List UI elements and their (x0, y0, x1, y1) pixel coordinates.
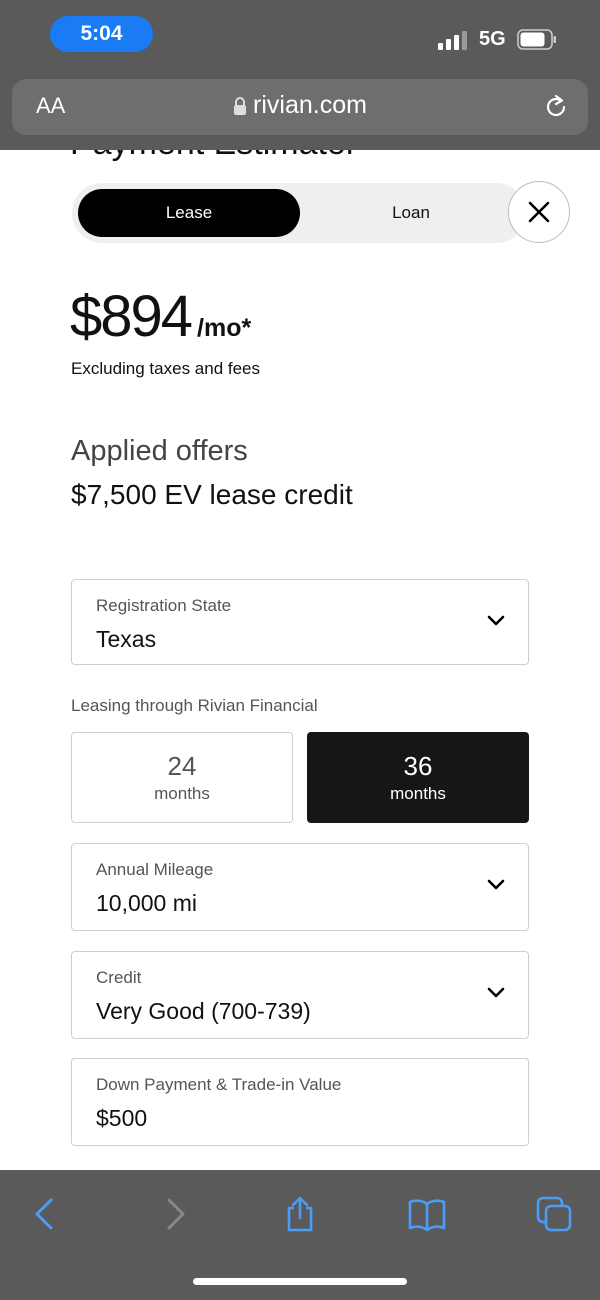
tabs-icon[interactable] (534, 1194, 574, 1234)
term-unit: months (154, 784, 210, 803)
browser-top-chrome: 5:04 5G AA rivian.com (0, 0, 600, 150)
annual-mileage-label: Annual Mileage (96, 860, 214, 879)
forward-icon[interactable] (154, 1194, 194, 1234)
monthly-price: $894 /mo* (70, 283, 251, 350)
page-title: Payment Estimator (70, 150, 357, 163)
close-icon (528, 201, 550, 223)
status-time[interactable]: 5:04 (50, 16, 153, 52)
registration-state-label: Registration State (96, 596, 232, 615)
applied-offer-value: $7,500 EV lease credit (71, 479, 353, 510)
share-icon[interactable] (280, 1194, 320, 1234)
registration-state-select[interactable]: Registration State Texas (71, 579, 529, 665)
term-24-months-button[interactable]: 24 months (71, 732, 293, 823)
credit-label: Credit (96, 968, 142, 987)
applied-offers-title: Applied offers (71, 435, 248, 467)
back-icon[interactable] (26, 1194, 66, 1234)
term-unit: months (390, 784, 446, 803)
down-payment-value: $500 (96, 1105, 148, 1131)
status-bar: 5:04 5G (0, 0, 600, 75)
tab-lease-label: Lease (165, 203, 213, 222)
term-number: 36 (403, 751, 433, 781)
close-button[interactable] (508, 181, 570, 243)
annual-mileage-value: 10,000 mi (96, 890, 198, 916)
page-content: Payment Estimator Lease Loan $894 /mo* E… (0, 150, 600, 1170)
screen: 5:04 5G AA rivian.com Lease Loan $894 /m… (0, 0, 600, 1300)
lock-icon (234, 97, 247, 115)
network-label: 5G (479, 28, 506, 50)
browser-toolbar (0, 1170, 600, 1300)
registration-state-value: Texas (96, 626, 157, 652)
price-amount: $894 (70, 284, 193, 349)
home-indicator[interactable] (193, 1278, 407, 1285)
price-unit: /mo* (197, 314, 252, 342)
bookmarks-icon[interactable] (407, 1194, 447, 1234)
reload-icon[interactable] (542, 93, 570, 121)
battery-icon (517, 29, 556, 50)
annual-mileage-select[interactable]: Annual Mileage 10,000 mi (71, 843, 529, 931)
credit-select[interactable]: Credit Very Good (700-739) (71, 951, 529, 1039)
url-display[interactable]: rivian.com (12, 91, 588, 120)
url-text: rivian.com (253, 91, 367, 119)
down-payment-label: Down Payment & Trade-in Value (96, 1075, 342, 1094)
leasing-provider-label: Leasing through Rivian Financial (71, 696, 318, 715)
chevron-down-icon (487, 615, 505, 626)
signal-icon (438, 31, 467, 50)
price-note: Excluding taxes and fees (71, 359, 261, 378)
down-payment-input[interactable]: Down Payment & Trade-in Value $500 (71, 1058, 529, 1146)
address-bar[interactable]: AA rivian.com (12, 79, 588, 135)
chevron-down-icon (487, 987, 505, 998)
term-36-months-button[interactable]: 36 months (307, 732, 529, 823)
tab-loan-label: Loan (392, 203, 430, 222)
payment-type-toggle: Lease Loan (72, 183, 526, 243)
credit-value: Very Good (700-739) (96, 998, 311, 1024)
tab-lease[interactable]: Lease (78, 189, 300, 237)
tab-loan[interactable]: Loan (300, 189, 522, 237)
term-number: 24 (167, 751, 197, 781)
chevron-down-icon (487, 879, 505, 890)
